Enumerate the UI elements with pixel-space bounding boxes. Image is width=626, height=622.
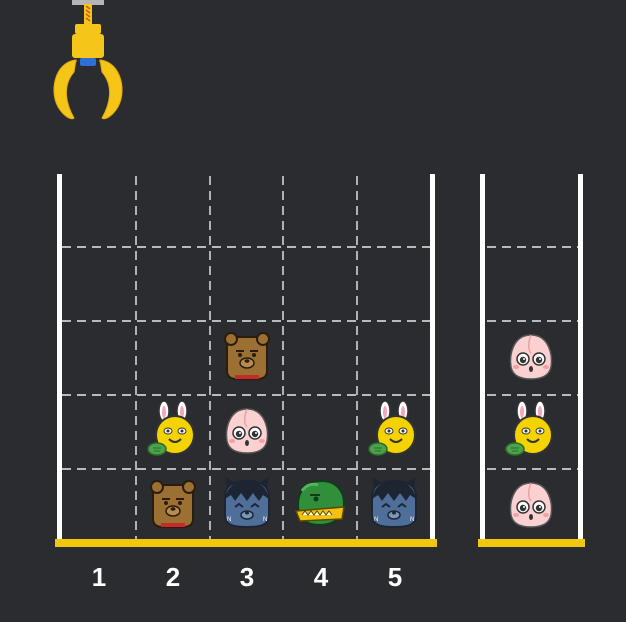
pieces-layer xyxy=(147,332,553,528)
board-piece-muzi-col2-row2[interactable] xyxy=(147,401,195,456)
board-right-wall xyxy=(430,174,435,542)
column-label-3[interactable]: 3 xyxy=(227,562,267,593)
column-label-2[interactable]: 2 xyxy=(153,562,193,593)
column-label-5[interactable]: 5 xyxy=(375,562,415,593)
crane-claw-icon[interactable] xyxy=(53,0,123,120)
basket-floor xyxy=(478,539,585,547)
board-piece-muzi-col5-row2[interactable] xyxy=(368,401,416,456)
basket-left-wall xyxy=(480,174,485,542)
basket-piece-muzi-row2[interactable] xyxy=(505,401,553,456)
basket-piece-apeach-row3[interactable] xyxy=(509,334,553,380)
game-stage: N N xyxy=(53,0,585,547)
board-piece-ryan-col2-row1[interactable] xyxy=(150,480,196,528)
board-left-wall xyxy=(57,174,62,542)
board-piece-neo-col3-row1[interactable] xyxy=(224,476,270,528)
column-label-1[interactable]: 1 xyxy=(79,562,119,593)
board-piece-jay-g-col4-row1[interactable] xyxy=(294,479,346,527)
board-piece-ryan-col3-row3[interactable] xyxy=(224,332,270,380)
board-piece-apeach-col3-row2[interactable] xyxy=(225,408,269,454)
basket-piece-apeach-row1[interactable] xyxy=(509,482,553,528)
board-piece-neo-col5-row1[interactable] xyxy=(371,476,417,528)
board-floor xyxy=(55,539,437,547)
basket-right-wall xyxy=(578,174,583,542)
column-label-4[interactable]: 4 xyxy=(301,562,341,593)
